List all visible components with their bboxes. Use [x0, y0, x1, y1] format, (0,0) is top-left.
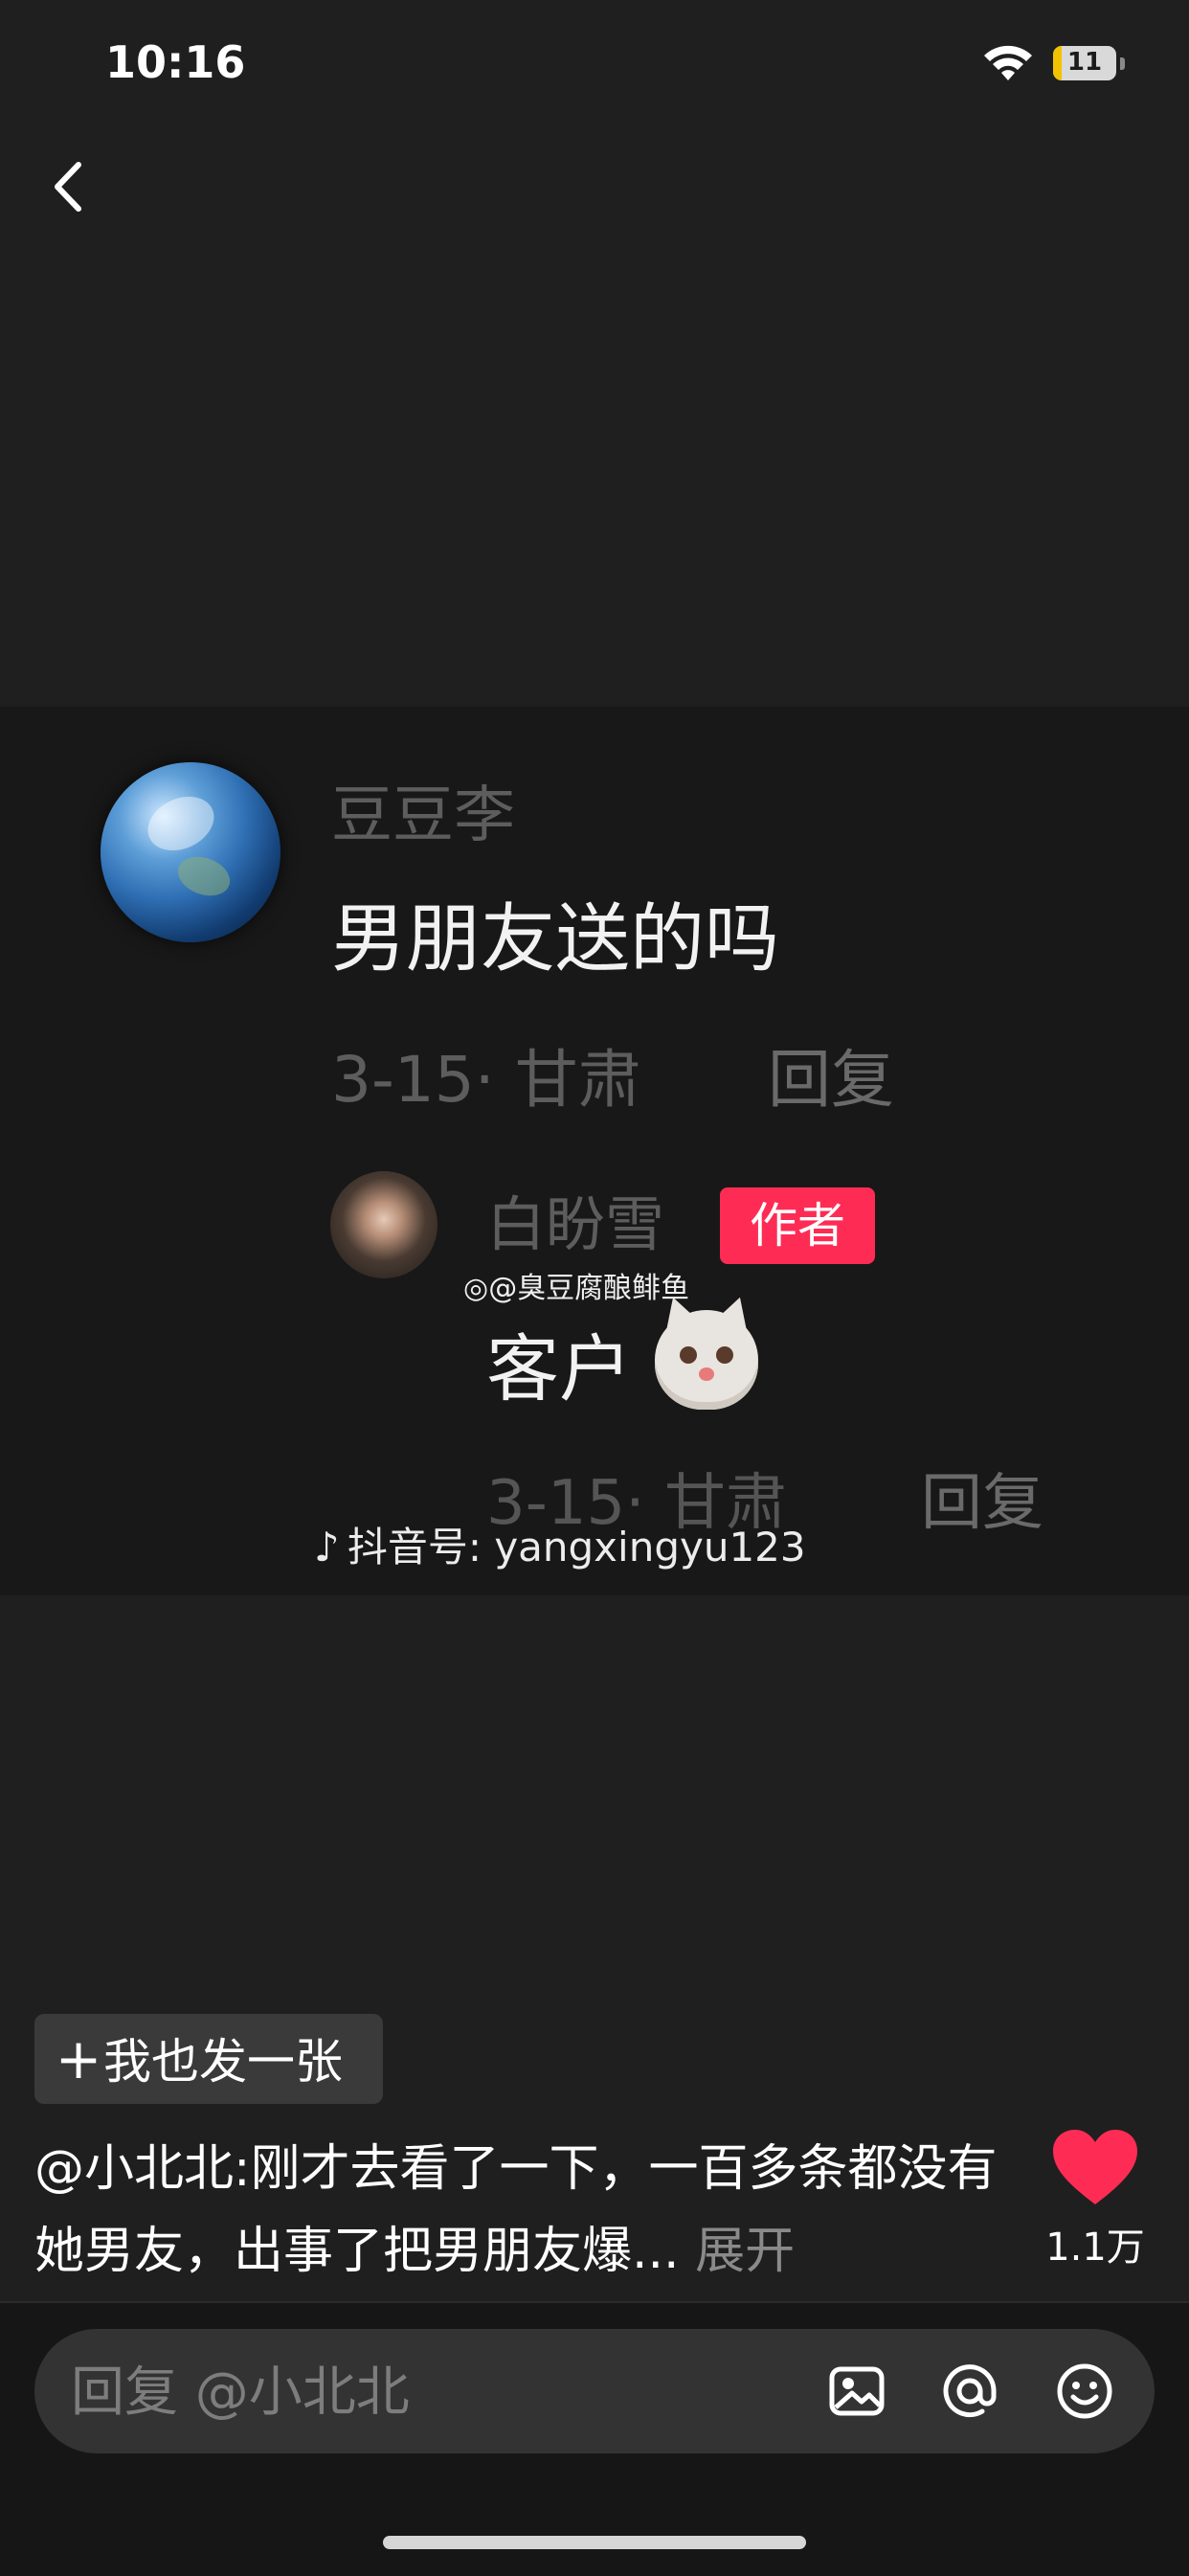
post-too-button[interactable]: +我也发一张 [34, 2014, 383, 2104]
author-avatar [330, 1171, 437, 1278]
douyin-watermark-text: 抖音号: yangxingyu123 [347, 1524, 806, 1570]
author-badge: 作者 [720, 1187, 875, 1264]
douyin-watermark: ♪ 抖音号: yangxingyu123 [314, 1515, 806, 1573]
like-count: 1.1万 [1045, 2226, 1145, 2270]
post-image[interactable]: 豆豆李 男朋友送的吗 3-15· 甘肃 回复 白盼雪 作者 ◎@臭豆腐酿鲱鱼 客… [0, 707, 1189, 1595]
post-too-label: 我也发一张 [103, 2034, 343, 2090]
status-time: 10:16 [105, 36, 246, 88]
post-caption[interactable]: @小北北:刚才去看了一下，一百多条都没有她男友，出事了把男朋友爆... 展开 [34, 2128, 1011, 2293]
battery-indicator: 11 [1053, 46, 1116, 80]
weibo-watermark: ◎@臭豆腐酿鲱鱼 [463, 1264, 689, 1306]
heart-icon[interactable] [1051, 2128, 1139, 2208]
douyin-logo-icon: ♪ [314, 1524, 340, 1570]
back-button[interactable] [38, 153, 96, 220]
reply-text: 客户 [486, 1326, 632, 1412]
author-name: 白盼雪 [486, 1189, 665, 1259]
at-icon[interactable] [940, 2361, 999, 2421]
weibo-icon: ◎ [463, 1272, 489, 1305]
reply-box [34, 2329, 1155, 2455]
comment-reply-label: 回复 [768, 1043, 894, 1117]
battery-level: 11 [1066, 48, 1103, 77]
home-indicator[interactable] [383, 2536, 806, 2549]
reply-input[interactable] [69, 2329, 800, 2455]
caption-text: @小北北:刚才去看了一下，一百多条都没有她男友，出事了把男朋友爆... [34, 2140, 998, 2280]
cat-emoji-icon [655, 1292, 758, 1410]
battery-tip [1120, 57, 1125, 70]
commenter-name: 豆豆李 [331, 780, 515, 851]
comment-text: 男朋友送的吗 [331, 896, 780, 983]
plus-icon: + [55, 2026, 102, 2091]
weibo-watermark-text: @臭豆腐酿鲱鱼 [488, 1272, 690, 1305]
reply-bar [0, 2301, 1189, 2576]
wifi-icon [984, 45, 1032, 80]
reply-reply-label: 回复 [921, 1468, 1043, 1539]
emoji-icon[interactable] [1055, 2361, 1114, 2421]
comment-meta: 3-15· 甘肃 [331, 1043, 641, 1117]
image-icon[interactable] [827, 2361, 886, 2421]
status-bar: 10:16 11 [0, 0, 1189, 134]
expand-link[interactable]: 展开 [695, 2223, 795, 2280]
commenter-avatar [101, 762, 280, 942]
